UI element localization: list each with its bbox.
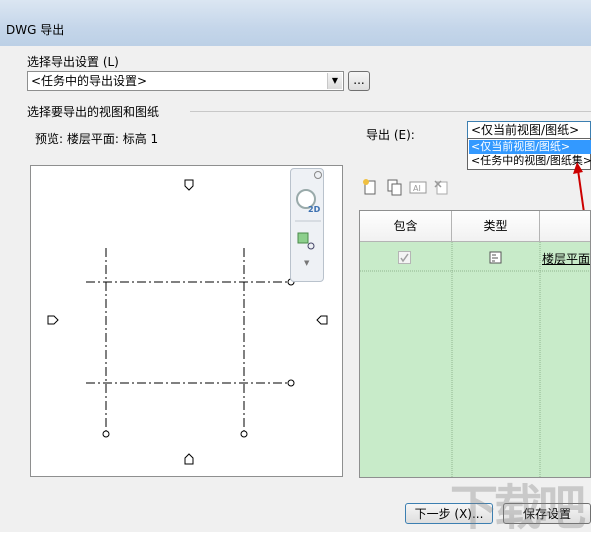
title-bar (0, 0, 591, 46)
elevation-marker-west (47, 315, 59, 325)
navbar-badge: 2D (308, 205, 321, 214)
column-header-type[interactable]: 类型 (452, 211, 540, 242)
view-name-cell[interactable]: 楼层平面 (542, 250, 590, 267)
view-sheet-table[interactable]: 包含 类型 楼层平面 (359, 210, 591, 478)
zoom-lens-icon (307, 242, 315, 250)
copy-sheet-icon[interactable] (386, 178, 402, 196)
elevation-marker-east (316, 315, 328, 325)
grid-bubble-b (287, 379, 295, 387)
views-group-label: 选择要导出的视图和图纸 (27, 105, 160, 119)
chevron-down-icon[interactable]: ▼ (327, 73, 342, 89)
watermark-logo: 下载吧 (450, 480, 586, 536)
export-option-current[interactable]: <仅当前视图/图纸> (469, 140, 591, 154)
export-combo-value: <仅当前视图/图纸> (471, 123, 580, 137)
export-settings-combo[interactable]: <任务中的导出设置> ▼ (27, 71, 344, 91)
window-title: DWG 导出 (6, 23, 65, 37)
export-settings-value: <任务中的导出设置> (31, 74, 148, 88)
svg-text:AI: AI (413, 184, 421, 193)
browse-settings-button[interactable]: ... (348, 71, 370, 91)
export-combo[interactable]: <仅当前视图/图纸> (467, 121, 591, 139)
export-label: 导出 (E): (366, 128, 415, 142)
new-sheet-icon[interactable] (362, 178, 378, 196)
view-type-icon (488, 249, 504, 268)
group-divider (190, 111, 591, 112)
elevation-marker-north (184, 179, 194, 191)
zoom-region-icon (297, 232, 309, 244)
chevron-down-icon: ▼ (304, 259, 310, 267)
navigation-bar[interactable]: 2D ▼ (290, 168, 324, 282)
column-header-name[interactable] (540, 211, 590, 242)
delete-sheet-icon[interactable] (433, 178, 449, 196)
preview-label: 预览: 楼层平面: 标高 1 (35, 132, 159, 146)
grid-bubble-1 (102, 430, 110, 438)
grid-bubble-2 (240, 430, 248, 438)
rename-sheet-icon[interactable]: AI (409, 178, 427, 196)
close-icon (314, 171, 322, 179)
export-settings-label: 选择导出设置 (L) (27, 55, 119, 69)
include-checkbox[interactable] (398, 251, 411, 264)
column-header-include[interactable]: 包含 (360, 211, 452, 242)
table-body (360, 242, 590, 477)
elevation-marker-south (184, 453, 194, 465)
